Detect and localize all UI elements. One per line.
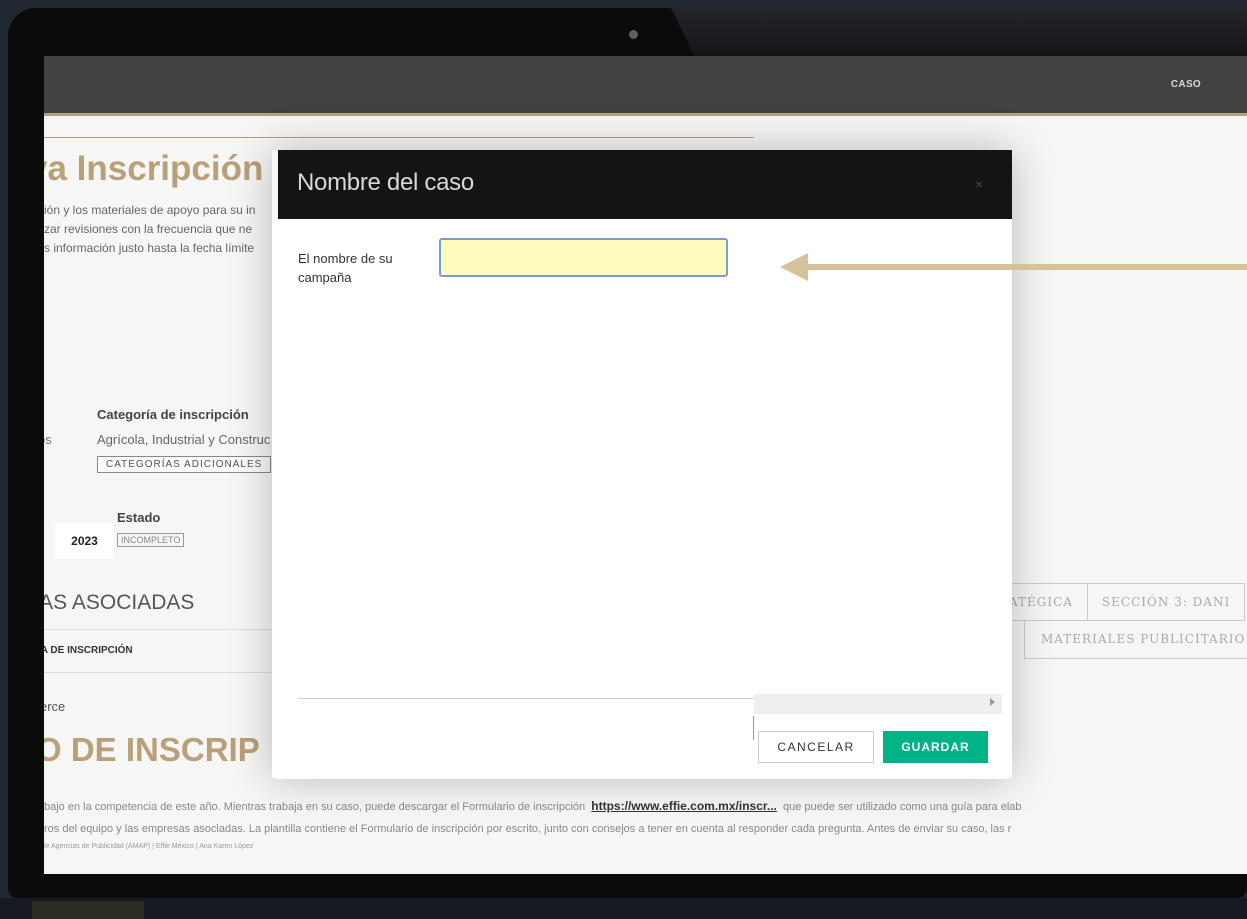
category-label: Categoría de inscripción	[97, 407, 249, 422]
top-navigation-bar: CASO	[44, 56, 1247, 116]
table-divider	[44, 629, 284, 630]
footer-text: le Agencias de Publicidad (AMAP) | Effie…	[44, 843, 254, 850]
category-value: Agrícola, Industrial y Construc	[97, 432, 271, 447]
page-title: va Inscripción	[44, 149, 264, 188]
campaign-name-input[interactable]	[439, 238, 728, 277]
cancel-button[interactable]: CANCELAR	[758, 731, 874, 763]
instructions-line: ros del equipo y las empresas asociadas.…	[44, 823, 1012, 835]
tab-advertising-materials[interactable]: MATERIALES PUBLICITARIO	[1025, 621, 1247, 658]
save-button[interactable]: GUARDAR	[883, 731, 988, 763]
associated-section-title: DAS ASOCIADAS	[44, 591, 195, 614]
intro-line: s información justo hasta la fecha límit…	[44, 241, 255, 255]
category-prefix: os	[44, 432, 52, 447]
modal-divider	[298, 698, 754, 699]
close-icon[interactable]: ×	[975, 176, 983, 192]
gold-divider	[44, 137, 754, 138]
form-section-title: O DE INSCRIP	[44, 731, 260, 768]
table-row: erce	[44, 699, 66, 714]
bezel-reflection	[671, 8, 1247, 58]
scroll-right-arrow-icon[interactable]	[990, 698, 995, 706]
entry-form-link[interactable]: https://www.effie.com.mx/inscr...	[591, 799, 777, 813]
section-tabs: ATÉGICA SECCIÓN 3: DANI	[994, 583, 1246, 621]
pointer-arrow-icon	[780, 253, 1247, 281]
instructions-before-link: bajo en la competencia de este año. Mien…	[44, 801, 586, 813]
instructions-line: bajo en la competencia de este año. Mien…	[44, 795, 1022, 818]
year-label: 2023	[55, 523, 114, 559]
desk-surface	[0, 898, 1247, 919]
instructions-after-link: que puede ser utilizado como una guía pa…	[783, 801, 1022, 813]
intro-line: zar revisiones con la frecuencia que ne	[44, 222, 253, 236]
status-label: Estado	[117, 510, 161, 525]
status-badge: INCOMPLETO	[117, 533, 185, 547]
camera-dot	[629, 30, 638, 39]
campaign-name-label: El nombre de su campaña	[298, 251, 393, 285]
horizontal-scrollbar[interactable]	[754, 694, 1002, 714]
section-tabs-row2: MATERIALES PUBLICITARIO	[1024, 621, 1247, 659]
table-column-header: ÍA DE INSCRIPCIÓN	[44, 645, 133, 656]
intro-text: ión y los materiales de apoyo para su in…	[44, 201, 255, 258]
desk-accent	[32, 901, 144, 919]
instructions-text: bajo en la competencia de este año. Mien…	[44, 795, 1022, 840]
nav-item-caso[interactable]: CASO	[1171, 79, 1201, 90]
intro-line: ión y los materiales de apoyo para su in	[44, 203, 256, 217]
table-divider	[44, 672, 284, 673]
additional-categories-button[interactable]: CATEGORÍAS ADICIONALES	[97, 456, 272, 473]
modal-title: Nombre del caso	[297, 169, 474, 196]
divider-line	[753, 716, 754, 740]
tab-section-3[interactable]: SECCIÓN 3: DANI	[1088, 584, 1246, 620]
